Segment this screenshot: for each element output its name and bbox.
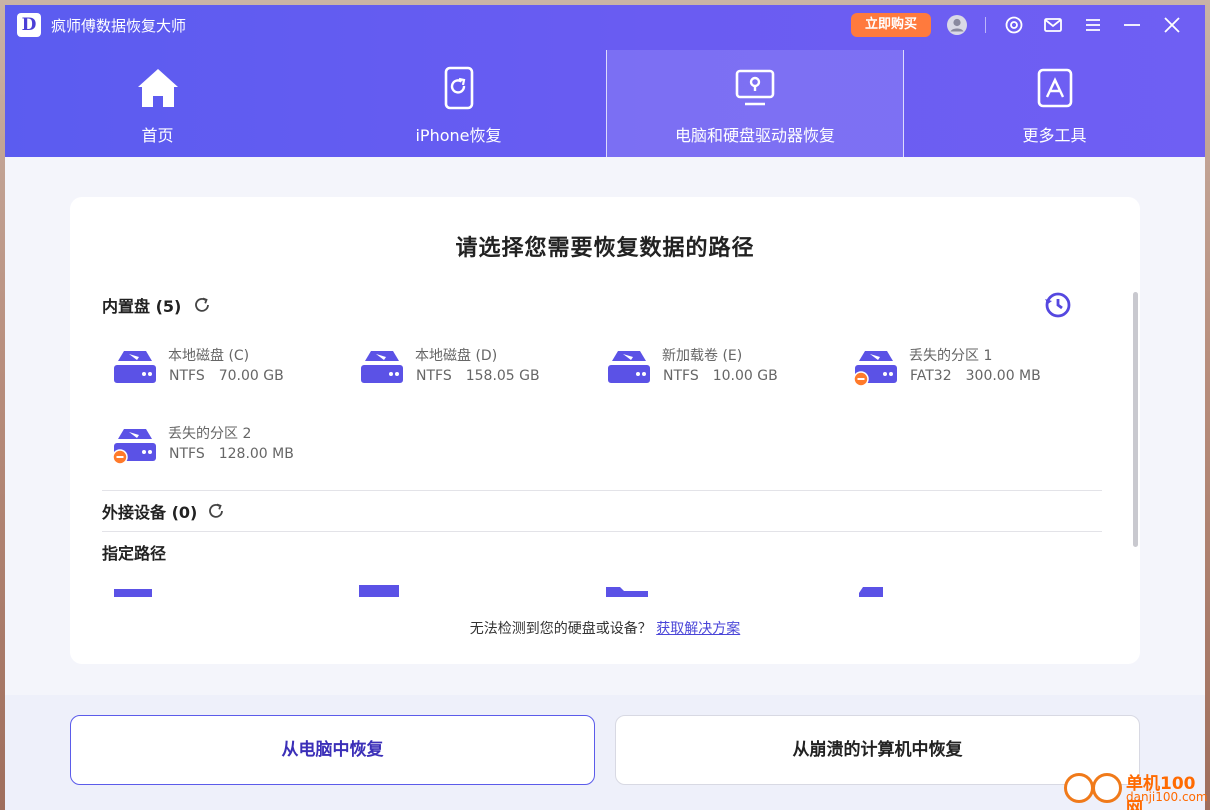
tab-home[interactable]: 首页 [5,50,310,157]
disk-item[interactable]: 新加载卷 (E) NTFS 10.00 GB [606,345,836,395]
account-icon[interactable] [946,14,968,36]
get-solution-link[interactable]: 获取解决方案 [656,621,740,637]
select-folder-icon[interactable] [853,585,895,597]
disk-fs: FAT32 [910,368,952,384]
disk-fs: NTFS [416,368,452,384]
app-title: 疯师傅数据恢复大师 [51,17,187,35]
tab-more-tools[interactable]: 更多工具 [904,50,1205,157]
disk-info: NTFS 70.00 GB [169,368,284,384]
disk-info: NTFS 128.00 MB [169,446,294,462]
disk-name: 丢失的分区 2 [168,426,252,442]
watermark-logo [1064,773,1094,803]
lost-partition-icon [853,351,897,387]
home-icon [137,69,178,107]
tab-iphone-recovery[interactable]: iPhone恢复 [310,50,607,157]
bottom-action-bar: 从电脑中恢复 从崩溃的计算机中恢复 [5,695,1205,810]
disk-item[interactable]: 本地磁盘 (C) NTFS 70.00 GB [112,345,342,395]
disk-item[interactable]: 本地磁盘 (D) NTFS 158.05 GB [359,345,589,395]
disk-fs: NTFS [169,368,205,384]
disk-item[interactable]: 丢失的分区 2 NTFS 128.00 MB [112,423,342,473]
disk-info: FAT32 300.00 MB [910,368,1041,384]
tab-more-tools-label: 更多工具 [1022,126,1087,145]
page-title: 请选择您需要恢复数据的路径 [455,236,755,261]
disk-name: 本地磁盘 (C) [168,348,250,364]
disk-fs: NTFS [169,446,205,462]
specified-path-label: 指定路径 [102,544,167,563]
help-line: 无法检测到您的硬盘或设备？ 获取解决方案 [70,618,1140,638]
minimize-icon[interactable] [1121,14,1143,36]
section-divider [102,531,1102,532]
path-selection-card: 请选择您需要恢复数据的路径 内置盘 (5) 本地磁盘 (C) NTFS 70.00… [70,197,1140,664]
tab-home-label: 首页 [141,126,174,145]
disk-info: NTFS 158.05 GB [416,368,540,384]
close-icon[interactable] [1161,14,1183,36]
app-window: D 疯师傅数据恢复大师 立即购买 首页 iPhone恢复 电脑和硬盘驱动器恢复 … [5,5,1205,810]
disk-name: 新加载卷 (E) [662,348,743,364]
main-nav: 首页 iPhone恢复 电脑和硬盘驱动器恢复 更多工具 [5,50,1205,157]
specified-path-items [100,581,1100,597]
desktop-icon[interactable] [112,585,154,597]
buy-now-button[interactable]: 立即购买 [851,13,931,37]
app-logo: D [17,13,41,37]
hard-disk-icon [361,351,403,383]
disk-info: NTFS 10.00 GB [663,368,778,384]
scrollbar[interactable] [1133,292,1138,547]
phone-refresh-icon [444,66,473,110]
external-devices-label: 外接设备 (0) [102,503,198,522]
internal-disks-label: 内置盘 (5) [102,297,182,316]
monitor-disk-icon [735,69,775,106]
disk-name: 丢失的分区 1 [909,348,993,364]
section-divider [102,490,1102,491]
disk-name: 本地磁盘 (D) [415,348,498,364]
lost-partition-icon [112,429,156,465]
hard-disk-icon [608,351,650,383]
folder-icon[interactable] [606,585,648,597]
history-icon[interactable] [1044,291,1072,319]
watermark-url: danji100.com [1126,790,1208,804]
disk-size: 158.05 GB [465,368,540,384]
disk-size: 300.00 MB [965,368,1041,384]
disk-size: 128.00 MB [218,446,294,462]
title-bar: D 疯师傅数据恢复大师 立即购买 [5,5,1205,45]
settings-icon[interactable] [1003,14,1025,36]
mail-icon[interactable] [1042,14,1064,36]
trash-icon[interactable] [359,585,401,597]
recover-from-pc-button[interactable]: 从电脑中恢复 [70,715,595,785]
tab-pc-disk-label: 电脑和硬盘驱动器恢复 [674,126,835,145]
disk-fs: NTFS [663,368,699,384]
refresh-icon[interactable] [206,501,226,521]
watermark: 单机100网 danji100.com [1060,767,1210,810]
menu-icon[interactable] [1082,14,1104,36]
header: D 疯师傅数据恢复大师 立即购买 首页 iPhone恢复 电脑和硬盘驱动器恢复 … [5,5,1205,157]
disk-size: 10.00 GB [712,368,778,384]
titlebar-separator [985,17,986,33]
help-text: 无法检测到您的硬盘或设备？ [469,621,652,637]
tab-iphone-label: iPhone恢复 [415,126,502,145]
disk-size: 70.00 GB [218,368,284,384]
app-store-icon [1037,68,1072,108]
refresh-icon[interactable] [192,295,212,315]
disk-item[interactable]: 丢失的分区 1 FAT32 300.00 MB [853,345,1083,395]
tab-pc-disk-recovery[interactable]: 电脑和硬盘驱动器恢复 [606,50,904,157]
watermark-logo [1092,773,1122,803]
hard-disk-icon [114,351,156,383]
